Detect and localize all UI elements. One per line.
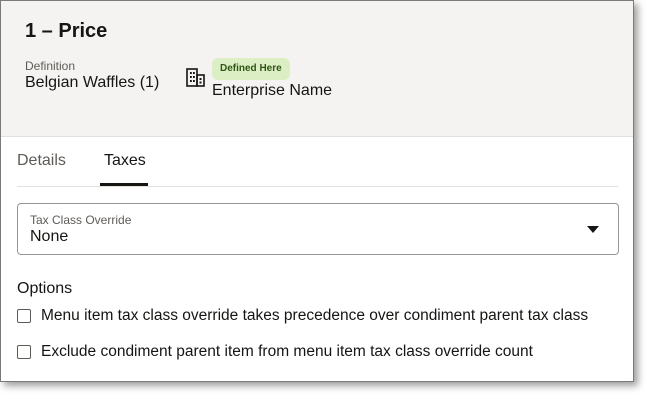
- caret-down-icon: [587, 226, 599, 233]
- options-heading: Options: [17, 280, 73, 297]
- definition-value: Belgian Waffles (1): [25, 74, 160, 91]
- option-exclude-condiment-parent[interactable]: Exclude condiment parent item from menu …: [17, 342, 617, 362]
- building-icon: [186, 68, 205, 87]
- tax-class-override-label: Tax Class Override: [30, 213, 132, 227]
- panel-header: 1 – Price Definition Belgian Waffles (1)…: [1, 1, 633, 137]
- tab-selected-indicator: [100, 183, 148, 186]
- option-label: Menu item tax class override takes prece…: [41, 307, 589, 324]
- enterprise-name: Enterprise Name: [212, 82, 333, 99]
- price-panel: 1 – Price Definition Belgian Waffles (1)…: [0, 0, 634, 382]
- defined-here-badge: Defined Here: [212, 58, 290, 80]
- definition-label: Definition: [25, 59, 76, 73]
- tax-class-override-value: None: [30, 228, 69, 245]
- tab-details[interactable]: Details: [17, 152, 66, 170]
- tab-taxes[interactable]: Taxes: [104, 152, 146, 170]
- option-tax-class-precedence[interactable]: Menu item tax class override takes prece…: [17, 306, 617, 326]
- tax-class-override-select[interactable]: Tax Class Override None: [17, 203, 619, 255]
- option-label: Exclude condiment parent item from menu …: [41, 343, 533, 360]
- tab-bar: Details Taxes: [17, 137, 618, 187]
- checkbox[interactable]: [17, 309, 31, 323]
- checkbox[interactable]: [17, 345, 31, 359]
- page-title: 1 – Price: [25, 20, 108, 42]
